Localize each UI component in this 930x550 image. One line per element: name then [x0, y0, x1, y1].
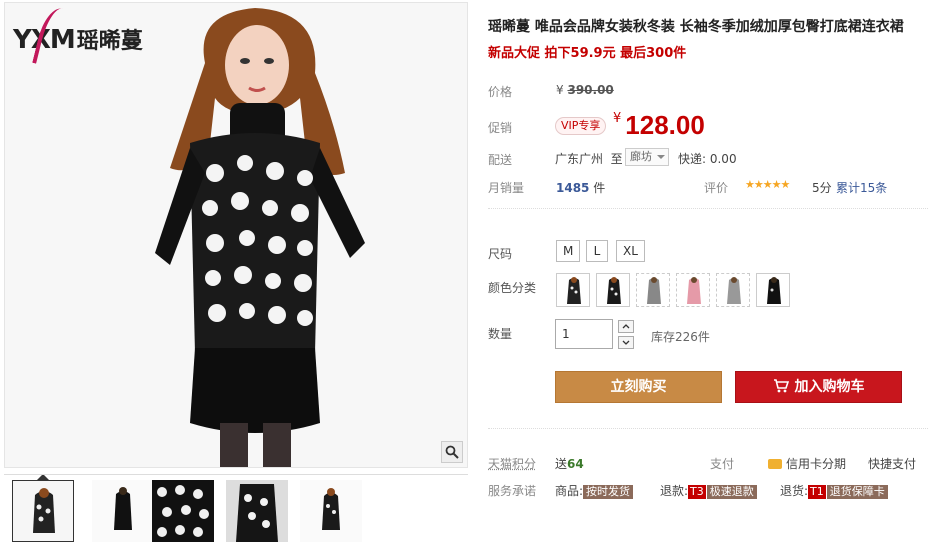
chevron-down-icon: [657, 155, 665, 159]
thumbnail-5[interactable]: [300, 480, 362, 542]
thumbnail-strip: [4, 474, 468, 546]
zoom-icon[interactable]: [441, 441, 463, 463]
quantity-decrease-button[interactable]: [618, 336, 634, 349]
color-option-4[interactable]: [676, 273, 710, 307]
model-photo: [155, 8, 365, 467]
service-refund[interactable]: 退款: T3 极速退款: [660, 482, 757, 499]
buy-now-button[interactable]: 立刻购买: [555, 371, 722, 403]
tmall-points-label[interactable]: 天猫积分: [488, 455, 536, 472]
thumbnail-3[interactable]: [152, 480, 214, 542]
main-product-image[interactable]: YXM瑶晞蔓: [4, 2, 468, 468]
brand-logo: YXM瑶晞蔓: [13, 4, 143, 70]
product-subtitle: 新品大促 拍下59.9元 最后300件: [488, 46, 687, 61]
color-option-3[interactable]: [636, 273, 670, 307]
color-option-2[interactable]: [596, 273, 630, 307]
quick-pay[interactable]: 快捷支付: [868, 455, 916, 472]
thumbnail-1[interactable]: [12, 480, 74, 542]
price-label: 价格: [488, 85, 513, 99]
divider: [488, 208, 928, 209]
product-title: 瑶晞蔓 唯品会品牌女装秋冬装 长袖冬季加绒加厚包臀打底裙连衣裙: [488, 19, 904, 35]
stock-count: 库存226件: [651, 330, 710, 344]
original-price: ¥ 390.00: [556, 83, 614, 97]
service-label: 服务承诺: [488, 484, 537, 498]
divider: [488, 428, 928, 429]
color-option-5[interactable]: [716, 273, 750, 307]
quantity-label: 数量: [488, 327, 513, 341]
rating-score: 5分: [812, 181, 832, 195]
service-goods[interactable]: 商品: 按时发货: [555, 482, 634, 499]
size-option-m[interactable]: M: [556, 240, 581, 262]
size-label: 尺码: [488, 247, 513, 261]
rating-label: 评价: [704, 181, 729, 195]
chevron-up-icon: [622, 324, 630, 329]
chevron-down-icon: [622, 340, 630, 345]
color-label: 颜色分类: [488, 281, 537, 295]
color-option-6[interactable]: [756, 273, 790, 307]
size-option-xl[interactable]: XL: [616, 240, 645, 262]
review-count-link[interactable]: 累计15条: [836, 179, 887, 196]
add-to-cart-button[interactable]: 加入购物车: [735, 371, 902, 403]
credit-card-icon: [768, 459, 782, 469]
destination-select[interactable]: 廊坊: [625, 148, 669, 166]
monthly-sales: 1485 件: [556, 181, 606, 195]
promo-price: ¥128.00: [613, 110, 705, 140]
credit-installment[interactable]: 信用卡分期: [768, 455, 846, 472]
cart-icon: [773, 379, 789, 393]
monthly-sales-label: 月销量: [488, 181, 525, 195]
thumbnail-2[interactable]: [92, 480, 154, 542]
quantity-increase-button[interactable]: [618, 320, 634, 333]
shipping-fee: 快递: 0.00: [678, 152, 737, 166]
vip-badge: VIP专享: [555, 117, 607, 135]
thumbnail-4[interactable]: [226, 480, 288, 542]
size-option-l[interactable]: L: [586, 240, 608, 262]
promo-label: 促销: [488, 121, 513, 135]
color-option-1[interactable]: [556, 273, 590, 307]
payment-label: 支付: [710, 457, 735, 471]
tmall-points-value: 送64: [555, 457, 584, 471]
ship-from: 广东广州 至: [555, 152, 623, 166]
quantity-input[interactable]: 1: [555, 319, 613, 349]
service-return[interactable]: 退货: T1 退货保障卡: [780, 482, 888, 499]
shipping-label: 配送: [488, 153, 513, 167]
rating-stars-icon: ★★★★★: [745, 178, 790, 191]
